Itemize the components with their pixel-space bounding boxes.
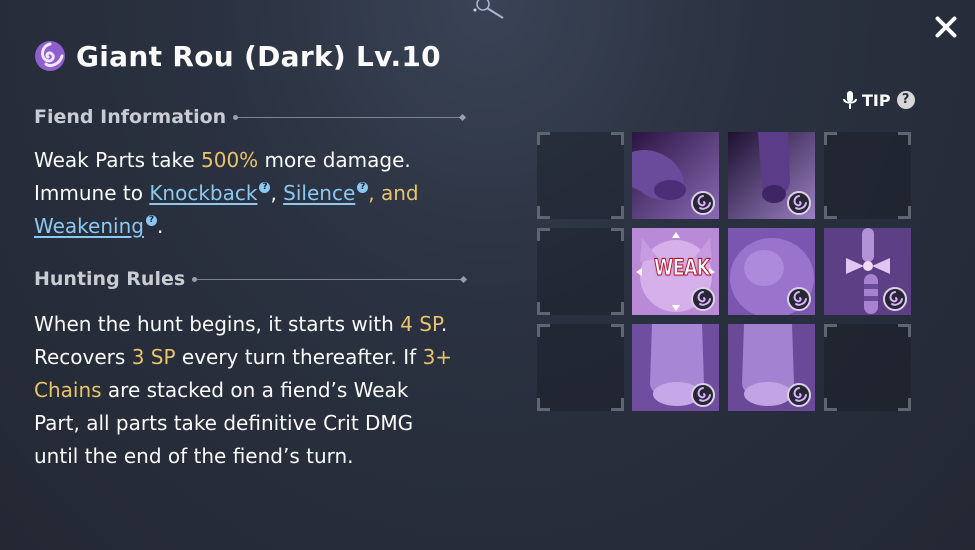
text: Recovers xyxy=(34,345,132,369)
text: When the hunt begins, it starts with xyxy=(34,312,401,336)
text: . xyxy=(440,312,448,336)
dark-element-badge-icon xyxy=(787,191,811,215)
part-foot-left[interactable] xyxy=(632,324,719,411)
text: , and xyxy=(368,181,419,205)
dark-element-badge-icon xyxy=(787,383,811,407)
dark-swirl-icon xyxy=(35,41,65,71)
hunting-rules-heading-text: Hunting Rules xyxy=(34,268,186,290)
help-icon[interactable]: ? xyxy=(357,182,369,193)
fiend-info-text: Weak Parts take 500% more damage. Immune… xyxy=(34,144,419,243)
weakening-link[interactable]: Weakening xyxy=(34,214,144,238)
part-foot-right[interactable] xyxy=(728,324,815,411)
tip-help-icon[interactable]: ? xyxy=(896,91,915,109)
text: every turn thereafter. If xyxy=(175,345,423,369)
text: , xyxy=(270,181,284,205)
help-icon[interactable]: ? xyxy=(259,182,271,193)
dark-element-badge-icon xyxy=(787,287,811,311)
empty-part-slot xyxy=(537,324,624,411)
text: . xyxy=(156,214,164,238)
close-button[interactable] xyxy=(933,14,959,40)
part-tail[interactable] xyxy=(824,228,911,315)
heading-divider xyxy=(192,276,464,282)
dark-element-badge-icon xyxy=(691,383,715,407)
empty-part-slot xyxy=(537,132,624,219)
part-head-weak[interactable]: WEAK xyxy=(632,228,719,315)
empty-part-slot xyxy=(824,132,911,219)
text: Weak Parts take xyxy=(34,148,201,172)
top-ornament-icon xyxy=(473,0,504,19)
empty-part-slot xyxy=(537,228,624,315)
page-title: Giant Rou (Dark) Lv.10 xyxy=(76,39,441,73)
help-icon[interactable]: ? xyxy=(145,215,157,226)
fiend-info-heading-text: Fiend Information xyxy=(34,106,227,128)
part-body[interactable] xyxy=(728,228,815,315)
microphone-icon xyxy=(843,91,857,109)
part-paw-right[interactable] xyxy=(728,132,815,219)
text: until the end of the fiend’s turn. xyxy=(34,444,354,468)
text: are stacked on a fiend’s Weak xyxy=(101,378,409,402)
tip-label: TIP xyxy=(862,90,891,110)
dark-element-badge-icon xyxy=(883,287,907,311)
damage-value: 500% xyxy=(201,148,259,172)
fiend-info-heading: Fiend Information xyxy=(34,106,463,128)
weak-label: WEAK xyxy=(654,256,711,282)
dark-element-badge-icon xyxy=(691,287,715,311)
text: more damage. xyxy=(258,148,411,172)
part-paw-left[interactable] xyxy=(632,132,719,219)
empty-part-slot xyxy=(824,324,911,411)
chains-label: Chains xyxy=(34,378,102,402)
silence-link[interactable]: Silence xyxy=(283,181,355,205)
knockback-link[interactable]: Knockback xyxy=(149,181,257,205)
text: Part, all parts take definitive Crit DMG xyxy=(34,411,414,435)
fiend-title: Giant Rou (Dark) Lv.10 xyxy=(32,36,441,76)
dark-element-badge-icon xyxy=(691,191,715,215)
recover-sp-value: 3 SP xyxy=(131,345,176,369)
hunting-rules-heading: Hunting Rules xyxy=(34,268,464,290)
chains-count-value: 3+ xyxy=(422,345,453,369)
text: Immune to xyxy=(34,181,150,205)
heading-divider xyxy=(233,114,463,120)
hunting-rules-text: When the hunt begins, it starts with 4 S… xyxy=(34,308,452,473)
start-sp-value: 4 SP xyxy=(400,312,441,336)
tip-button[interactable]: TIP ? xyxy=(842,90,915,110)
